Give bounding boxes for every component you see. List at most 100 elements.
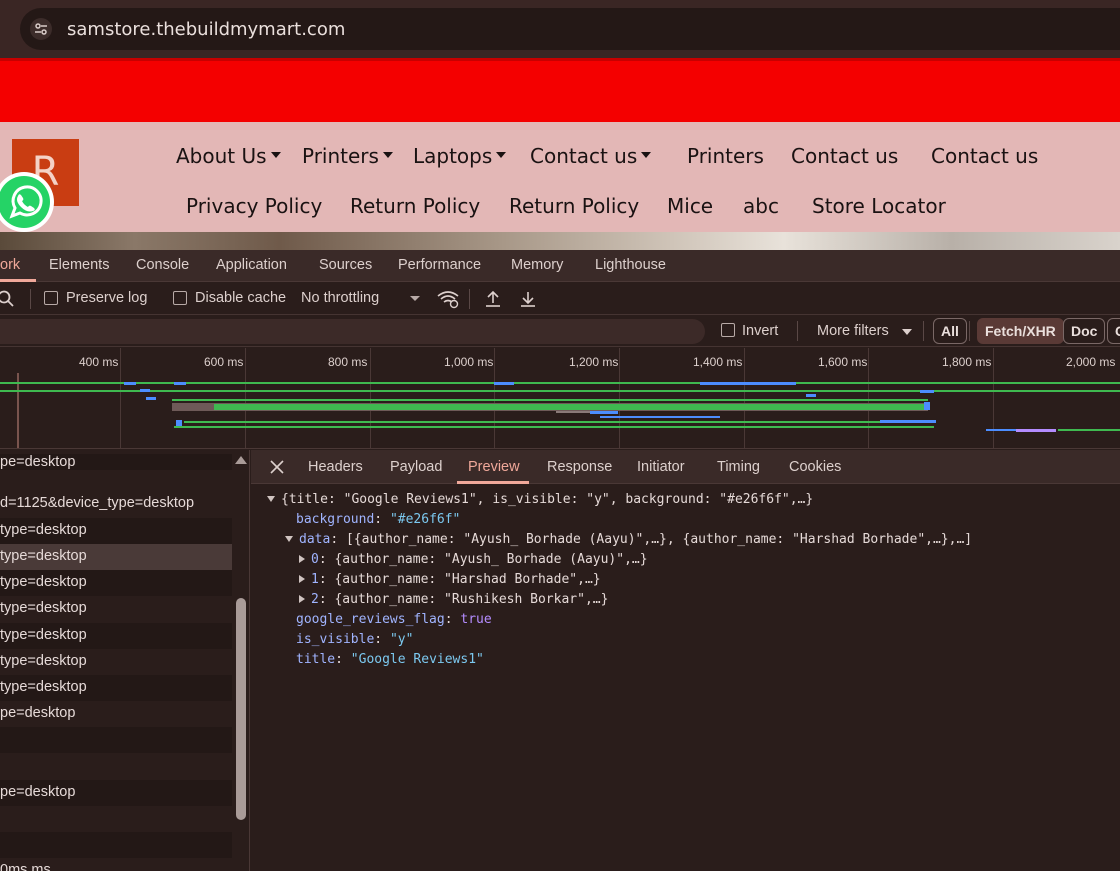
invert-label: Invert bbox=[742, 323, 779, 339]
active-tab-indicator bbox=[0, 279, 36, 282]
request-row[interactable] bbox=[0, 753, 232, 779]
chevron-down-icon bbox=[270, 152, 281, 158]
request-row[interactable]: type=desktop bbox=[0, 623, 232, 649]
filter-input[interactable] bbox=[0, 319, 705, 344]
json-data-node[interactable]: data: [{author_name: "Ayush_ Borhade (Aa… bbox=[285, 532, 972, 547]
site-red-banner bbox=[0, 58, 1120, 122]
import-har-icon[interactable] bbox=[484, 289, 502, 309]
nav-abc[interactable]: abc bbox=[743, 194, 779, 218]
tab-sources[interactable]: Sources bbox=[319, 257, 372, 273]
nav-laptops-menu[interactable]: Laptops bbox=[413, 144, 507, 168]
devtools-tab-bar: ork Elements Console Application Sources… bbox=[0, 250, 1120, 282]
request-row[interactable]: d=1125&device_type=desktop bbox=[0, 491, 232, 517]
invert-checkbox[interactable] bbox=[721, 323, 735, 337]
filter-bar: Invert More filters All Fetch/XHR Doc C bbox=[0, 316, 1120, 347]
request-list: pe=desktop d=1125&device_type=desktop ty… bbox=[0, 450, 250, 871]
tab-payload[interactable]: Payload bbox=[390, 459, 442, 475]
collapsed-triangle-icon[interactable] bbox=[299, 575, 305, 583]
network-timeline-overview[interactable]: 400 ms 600 ms 800 ms 1,000 ms 1,200 ms 1… bbox=[0, 348, 1120, 449]
tab-headers[interactable]: Headers bbox=[308, 459, 363, 475]
request-row[interactable]: 0ms ms bbox=[0, 858, 232, 871]
toolbar-divider bbox=[469, 289, 470, 309]
nav-contact-us[interactable]: Contact us bbox=[791, 144, 898, 168]
nav-about-us[interactable]: About Us bbox=[176, 144, 281, 168]
tab-performance[interactable]: Performance bbox=[398, 257, 481, 273]
request-row[interactable]: type=desktop bbox=[0, 596, 232, 622]
toolbar-divider bbox=[923, 321, 924, 341]
whatsapp-icon[interactable] bbox=[0, 170, 56, 234]
active-tab-indicator bbox=[457, 481, 529, 484]
export-har-icon[interactable] bbox=[519, 289, 537, 309]
tab-cookies[interactable]: Cookies bbox=[789, 459, 841, 475]
json-root-node[interactable]: {title: "Google Reviews1", is_visible: "… bbox=[267, 492, 813, 507]
tab-preview[interactable]: Preview bbox=[468, 459, 520, 475]
toolbar-divider bbox=[30, 289, 31, 309]
request-details-panel: Headers Payload Preview Response Initiat… bbox=[251, 450, 1120, 871]
filter-chip-css[interactable]: C bbox=[1107, 318, 1120, 344]
network-toolbar: Preserve log Disable cache No throttling bbox=[0, 283, 1120, 315]
request-row[interactable] bbox=[0, 727, 232, 753]
collapsed-triangle-icon[interactable] bbox=[299, 595, 305, 603]
tab-elements[interactable]: Elements bbox=[49, 257, 109, 273]
tab-lighthouse[interactable]: Lighthouse bbox=[595, 257, 666, 273]
more-filters-dropdown[interactable]: More filters bbox=[817, 323, 889, 339]
scroll-up-icon[interactable] bbox=[235, 456, 247, 464]
tab-initiator[interactable]: Initiator bbox=[637, 459, 685, 475]
nav-return-policy-2[interactable]: Return Policy bbox=[509, 194, 639, 218]
timeline-bars bbox=[0, 373, 1120, 448]
request-row-selected[interactable]: type=desktop bbox=[0, 544, 232, 570]
request-row[interactable]: pe=desktop bbox=[0, 780, 232, 806]
filter-chip-all[interactable]: All bbox=[933, 318, 967, 344]
tab-memory[interactable]: Memory bbox=[511, 257, 563, 273]
dropdown-arrow-icon[interactable] bbox=[409, 295, 421, 303]
chevron-down-icon bbox=[641, 152, 652, 158]
request-list-scrollbar[interactable] bbox=[232, 450, 249, 871]
collapsed-triangle-icon[interactable] bbox=[299, 555, 305, 563]
filter-chip-doc[interactable]: Doc bbox=[1063, 318, 1106, 344]
disable-cache-checkbox[interactable] bbox=[173, 291, 187, 305]
tab-console[interactable]: Console bbox=[136, 257, 189, 273]
request-row[interactable]: type=desktop bbox=[0, 649, 232, 675]
filter-chip-fetch-xhr[interactable]: Fetch/XHR bbox=[977, 318, 1064, 344]
address-bar[interactable]: samstore.thebuildmymart.com bbox=[20, 8, 1120, 50]
request-row[interactable] bbox=[0, 832, 232, 858]
close-icon[interactable] bbox=[269, 459, 285, 475]
scrollbar-thumb[interactable] bbox=[236, 598, 246, 820]
request-row[interactable]: type=desktop bbox=[0, 570, 232, 596]
address-url[interactable]: samstore.thebuildmymart.com bbox=[67, 19, 345, 40]
network-conditions-icon[interactable] bbox=[436, 289, 460, 309]
throttling-select[interactable]: No throttling bbox=[301, 290, 379, 306]
site-info-icon[interactable] bbox=[30, 18, 52, 40]
tab-response[interactable]: Response bbox=[547, 459, 612, 475]
nav-contact-us-menu[interactable]: Contact us bbox=[530, 144, 652, 168]
json-property: title: "Google Reviews1" bbox=[296, 652, 484, 667]
nav-printers-menu[interactable]: Printers bbox=[302, 144, 393, 168]
tab-application[interactable]: Application bbox=[216, 257, 287, 273]
nav-printers[interactable]: Printers bbox=[687, 144, 764, 168]
json-array-item[interactable]: 0: {author_name: "Ayush_ Borhade (Aayu)"… bbox=[299, 552, 648, 567]
preserve-log-checkbox[interactable] bbox=[44, 291, 58, 305]
dropdown-arrow-icon[interactable] bbox=[902, 329, 912, 336]
nav-privacy-policy[interactable]: Privacy Policy bbox=[186, 194, 322, 218]
nav-store-locator[interactable]: Store Locator bbox=[812, 194, 946, 218]
devtools-panel: ork Elements Console Application Sources… bbox=[0, 250, 1120, 871]
request-row[interactable]: pe=desktop bbox=[0, 454, 232, 470]
request-row[interactable]: type=desktop bbox=[0, 518, 232, 544]
request-row[interactable]: type=desktop bbox=[0, 675, 232, 701]
request-row[interactable] bbox=[0, 806, 232, 832]
nav-mice[interactable]: Mice bbox=[667, 194, 713, 218]
tab-network[interactable]: ork bbox=[0, 257, 20, 273]
search-icon[interactable] bbox=[0, 289, 16, 309]
json-array-item[interactable]: 2: {author_name: "Rushikesh Borkar",…} bbox=[299, 592, 608, 607]
chevron-down-icon bbox=[382, 152, 393, 158]
json-property: google_reviews_flag: true bbox=[296, 612, 492, 627]
expanded-triangle-icon[interactable] bbox=[285, 536, 293, 542]
browser-address-strip: samstore.thebuildmymart.com bbox=[0, 0, 1120, 58]
nav-contact-us-2[interactable]: Contact us bbox=[931, 144, 1038, 168]
request-row[interactable]: pe=desktop bbox=[0, 701, 232, 727]
expanded-triangle-icon[interactable] bbox=[267, 496, 275, 502]
tab-timing[interactable]: Timing bbox=[717, 459, 760, 475]
json-array-item[interactable]: 1: {author_name: "Harshad Borhade",…} bbox=[299, 572, 601, 587]
disable-cache-label: Disable cache bbox=[195, 290, 287, 306]
nav-return-policy[interactable]: Return Policy bbox=[350, 194, 480, 218]
